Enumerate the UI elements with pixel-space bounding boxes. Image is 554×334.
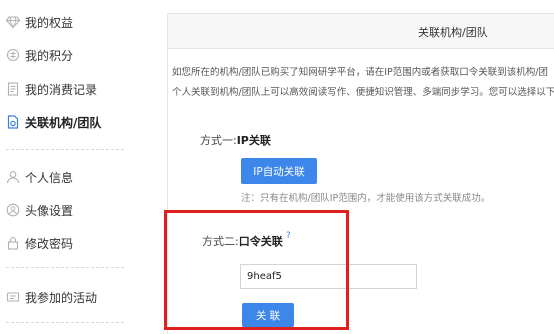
sidebar-divider <box>6 322 124 323</box>
method2-label: 方式二:口令关联 <box>202 233 283 249</box>
link-document-icon <box>6 115 20 129</box>
sidebar-item-personal-info[interactable]: 个人信息 <box>0 167 125 187</box>
sidebar-item-label: 关联机构/团队 <box>25 115 102 130</box>
sidebar-item-label: 个人信息 <box>25 170 74 185</box>
ip-auto-link-button[interactable]: IP自动关联 <box>241 158 317 184</box>
sidebar-divider <box>6 267 124 268</box>
panel-title: 关联机构/团队 <box>418 26 488 39</box>
sidebar-item-my-activities[interactable]: 我参加的活动 <box>0 287 125 307</box>
receipt-icon <box>6 82 20 96</box>
lock-icon <box>6 236 20 250</box>
method2-name: 口令关联 <box>238 235 283 248</box>
sidebar-item-label: 我的积分 <box>25 48 74 63</box>
activity-icon <box>6 290 20 304</box>
avatar-icon <box>6 203 20 217</box>
sidebar-item-label: 我的消费记录 <box>25 82 98 97</box>
points-icon <box>6 48 20 62</box>
help-icon[interactable]: ? <box>286 231 291 241</box>
sidebar-item-benefits[interactable]: 我的权益 <box>0 12 125 32</box>
sidebar: 我的权益 我的积分 我的消费记录 关联机构/团队 个人信息 头像设置 修改密码 … <box>0 0 130 334</box>
sidebar-item-label: 我的权益 <box>25 15 74 30</box>
ip-note: 注：只有在机构/团队IP范围内，才能使用该方式关联成功。 <box>241 193 491 204</box>
user-icon <box>6 170 20 184</box>
intro-text-line-2: 个人关联到机构/团队上可以高效阅读写作、便捷知识管理、多端同步学习。您可以选择以… <box>172 87 554 98</box>
method1-label: 方式一:IP关联 <box>200 132 271 148</box>
sidebar-item-label: 头像设置 <box>25 203 74 218</box>
passcode-input[interactable] <box>240 264 417 289</box>
sidebar-item-avatar-settings[interactable]: 头像设置 <box>0 200 125 220</box>
method1-name: IP关联 <box>236 134 271 147</box>
sidebar-item-points[interactable]: 我的积分 <box>0 45 125 65</box>
sidebar-item-label: 修改密码 <box>25 236 74 251</box>
sidebar-divider <box>6 149 124 150</box>
sidebar-item-org-link[interactable]: 关联机构/团队 <box>0 112 125 132</box>
sidebar-item-change-password[interactable]: 修改密码 <box>0 233 125 253</box>
method1-prefix: 方式一: <box>200 134 237 147</box>
link-submit-button[interactable]: 关 联 <box>242 303 294 327</box>
sidebar-item-consumption[interactable]: 我的消费记录 <box>0 79 125 99</box>
diamond-icon <box>6 15 20 29</box>
panel-header: 关联机构/团队 <box>168 14 554 49</box>
sidebar-item-label: 我参加的活动 <box>25 290 98 305</box>
method2-prefix: 方式二: <box>202 235 239 248</box>
intro-text-line-1: 如您所在的机构/团队已购买了知网研学平台，请在IP范围内或者获取口令关联到该机构… <box>172 67 548 78</box>
